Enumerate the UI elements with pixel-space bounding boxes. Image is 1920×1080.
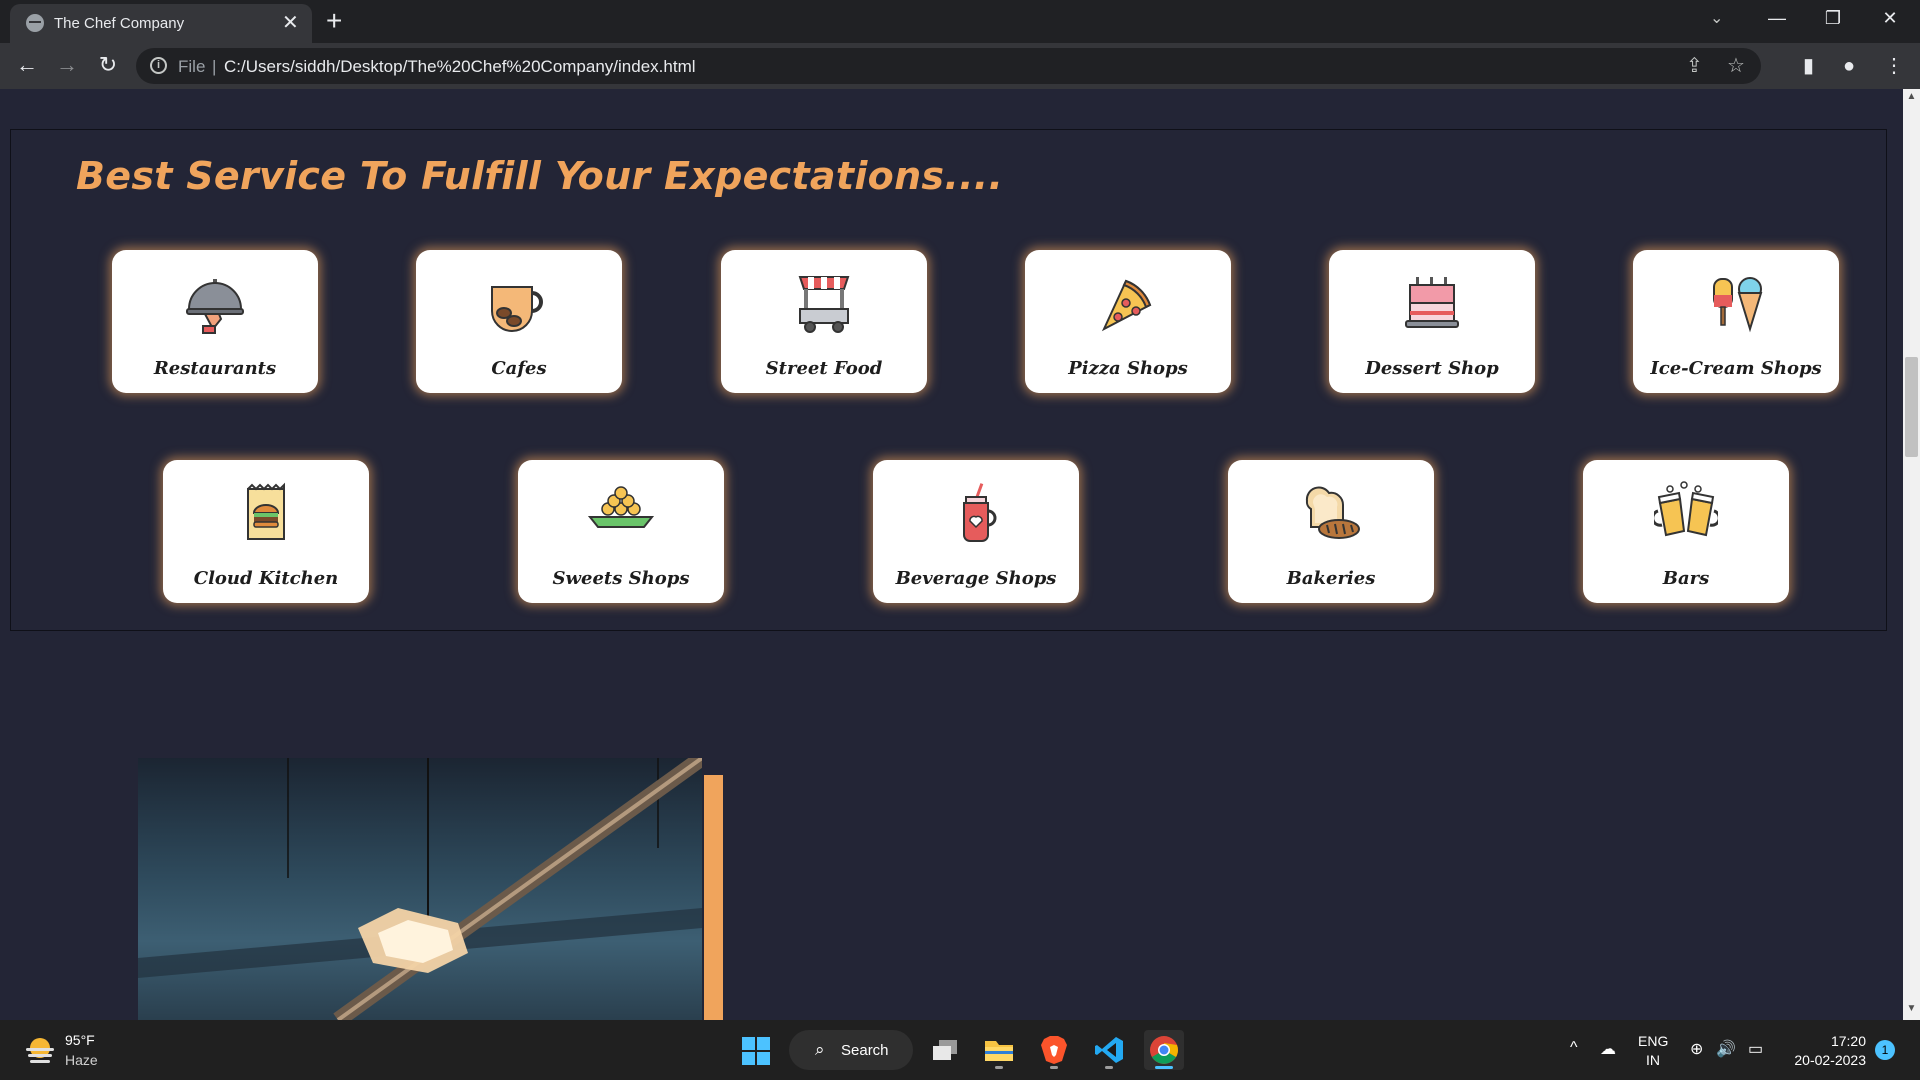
- tray-overflow-chevron-icon[interactable]: ^: [1570, 1039, 1578, 1057]
- service-card-label: Street Food: [765, 358, 883, 379]
- cake-icon: [1329, 268, 1535, 338]
- taskbar-search-button[interactable]: ⌕ Search: [789, 1030, 913, 1070]
- sweets-plate-icon: [518, 478, 724, 548]
- service-card-pizza-shops[interactable]: Pizza Shops: [1025, 250, 1231, 393]
- pizza-slice-icon: [1025, 268, 1231, 338]
- running-indicator: [995, 1066, 1003, 1069]
- back-button[interactable]: ←: [12, 51, 42, 79]
- service-card-label: Pizza Shops: [1068, 358, 1188, 379]
- cloche-icon: [112, 268, 318, 338]
- side-panel-icon[interactable]: ▮: [1803, 52, 1814, 80]
- new-tab-button[interactable]: +: [326, 6, 342, 36]
- restore-button[interactable]: ❐: [1813, 4, 1853, 32]
- food-cart-icon: [721, 268, 927, 338]
- scrollbar-thumb[interactable]: [1905, 357, 1918, 457]
- service-card-label: Ice-Cream Shops: [1650, 358, 1822, 379]
- beer-mugs-icon: [1583, 478, 1789, 548]
- service-card-label: Dessert Shop: [1365, 358, 1499, 379]
- tab-title: The Chef Company: [54, 15, 185, 32]
- search-icon: ⌕: [815, 1040, 825, 1059]
- tab-close-icon[interactable]: ✕: [282, 11, 299, 35]
- url-scheme-label: File: [178, 57, 206, 76]
- clock-time: 17:20: [1830, 1033, 1866, 1049]
- active-app-indicator: [1155, 1066, 1173, 1069]
- url-separator: |: [212, 57, 217, 76]
- service-card-bars[interactable]: Bars: [1583, 460, 1789, 603]
- language-code: ENG: [1638, 1033, 1669, 1049]
- system-clock[interactable]: 17:20 20-02-2023: [1786, 1032, 1866, 1070]
- site-info-icon[interactable]: i: [150, 57, 167, 74]
- address-bar[interactable]: i File | C:/Users/siddh/Desktop/The%20Ch…: [136, 48, 1761, 84]
- globe-icon: [26, 14, 44, 32]
- services-section: Best Service To Fulfill Your Expectation…: [10, 129, 1887, 631]
- share-icon[interactable]: ⇪: [1686, 54, 1703, 78]
- burger-bag-icon: [163, 478, 369, 548]
- service-card-label: Restaurants: [153, 358, 277, 379]
- service-card-ice-cream-shops[interactable]: Ice-Cream Shops: [1633, 250, 1839, 393]
- running-indicator: [1105, 1066, 1113, 1069]
- coffee-cup-icon: [416, 268, 622, 338]
- haze-weather-icon[interactable]: [24, 1034, 56, 1066]
- browser-toolbar: ← → ↻ i File | C:/Users/siddh/Desktop/Th…: [0, 43, 1920, 89]
- ice-cream-icon: [1633, 268, 1839, 338]
- input-language-indicator[interactable]: ENG IN: [1638, 1032, 1668, 1070]
- brave-browser-icon[interactable]: [1034, 1030, 1074, 1070]
- clock-date: 20-02-2023: [1794, 1052, 1866, 1068]
- file-explorer-icon[interactable]: [979, 1030, 1019, 1070]
- screen: The Chef Company ✕ + ⌄ — ❐ ✕ ← → ↻ i Fil…: [0, 0, 1920, 1080]
- minimize-button[interactable]: —: [1757, 4, 1797, 32]
- scroll-down-arrow-icon[interactable]: ▼: [1903, 1003, 1920, 1014]
- restaurant-ceiling-photo: [138, 758, 702, 1020]
- profile-icon[interactable]: ●: [1843, 52, 1855, 80]
- menu-kebab-icon[interactable]: ⋮: [1884, 52, 1904, 80]
- battery-icon[interactable]: ▭: [1748, 1039, 1763, 1059]
- network-globe-icon[interactable]: ⊕: [1690, 1039, 1703, 1059]
- service-card-beverage-shops[interactable]: Beverage Shops: [873, 460, 1079, 603]
- browser-tab-active[interactable]: The Chef Company ✕: [10, 4, 312, 43]
- photo-accent-bar: [704, 775, 723, 1020]
- service-card-street-food[interactable]: Street Food: [721, 250, 927, 393]
- vscode-icon[interactable]: [1089, 1030, 1129, 1070]
- tab-search-icon[interactable]: ⌄: [1710, 8, 1723, 28]
- search-label: Search: [841, 1042, 889, 1059]
- service-card-label: Cafes: [491, 358, 547, 379]
- browser-tab-strip: The Chef Company ✕ + ⌄ — ❐ ✕: [0, 0, 1920, 43]
- reload-button[interactable]: ↻: [93, 51, 123, 79]
- service-card-cafes[interactable]: Cafes: [416, 250, 622, 393]
- bookmark-star-icon[interactable]: ☆: [1727, 54, 1745, 78]
- onedrive-cloud-icon[interactable]: ☁: [1600, 1039, 1616, 1059]
- service-card-label: Bars: [1662, 568, 1710, 589]
- service-card-label: Beverage Shops: [895, 568, 1057, 589]
- service-card-dessert-shop[interactable]: Dessert Shop: [1329, 250, 1535, 393]
- service-card-bakeries[interactable]: Bakeries: [1228, 460, 1434, 603]
- region-code: IN: [1646, 1052, 1660, 1068]
- close-window-button[interactable]: ✕: [1870, 4, 1910, 32]
- service-card-label: Cloud Kitchen: [193, 568, 339, 589]
- chrome-browser-icon[interactable]: [1144, 1030, 1184, 1070]
- page-viewport: Best Service To Fulfill Your Expectation…: [0, 89, 1903, 1020]
- scroll-up-arrow-icon[interactable]: ▲: [1903, 91, 1920, 102]
- page-scrollbar[interactable]: ▲ ▼: [1903, 89, 1920, 1020]
- windows-start-icon[interactable]: [742, 1037, 770, 1065]
- running-indicator: [1050, 1066, 1058, 1069]
- service-card-label: Bakeries: [1286, 568, 1376, 589]
- volume-icon[interactable]: 🔊: [1716, 1039, 1736, 1059]
- notification-badge[interactable]: 1: [1875, 1040, 1895, 1060]
- drink-jar-icon: [873, 478, 1079, 548]
- url-text[interactable]: C:/Users/siddh/Desktop/The%20Chef%20Comp…: [224, 57, 696, 77]
- service-card-cloud-kitchen[interactable]: Cloud Kitchen: [163, 460, 369, 603]
- forward-button[interactable]: →: [52, 51, 82, 79]
- service-card-restaurants[interactable]: Restaurants: [112, 250, 318, 393]
- task-view-icon[interactable]: [925, 1030, 965, 1070]
- weather-description[interactable]: Haze: [65, 1052, 98, 1068]
- bread-icon: [1228, 478, 1434, 548]
- service-card-label: Sweets Shops: [552, 568, 690, 589]
- windows-taskbar: 95°F Haze ⌕ Search ^ ☁ ENG IN ⊕ 🔊 ▭ 17:2…: [0, 1020, 1920, 1080]
- weather-temperature[interactable]: 95°F: [65, 1032, 95, 1048]
- services-heading: Best Service To Fulfill Your Expectation…: [76, 154, 1004, 198]
- service-card-sweets-shops[interactable]: Sweets Shops: [518, 460, 724, 603]
